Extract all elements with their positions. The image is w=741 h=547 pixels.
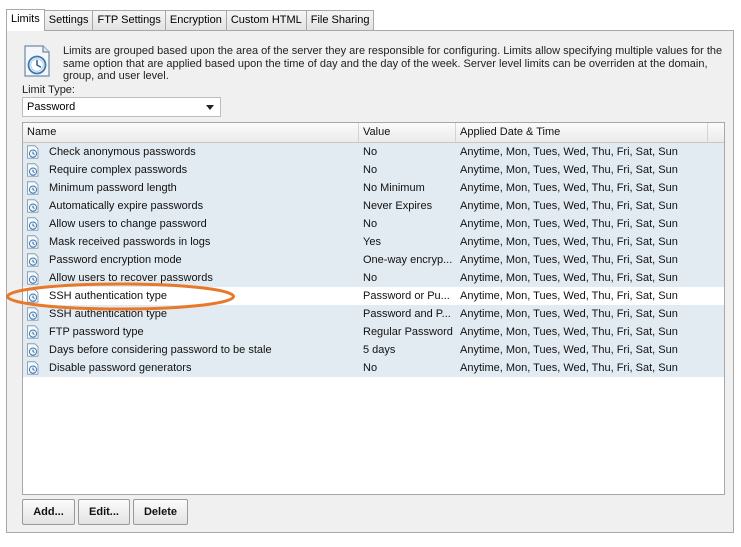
- row-value: No: [363, 362, 378, 374]
- row-applied-date: Anytime, Mon, Tues, Wed, Thu, Fri, Sat, …: [460, 236, 678, 248]
- delete-button[interactable]: Delete: [133, 499, 188, 525]
- table-row[interactable]: Allow users to change password No Anytime,…: [23, 215, 724, 233]
- row-applied-date: Anytime, Mon, Tues, Wed, Thu, Fri, Sat, …: [460, 344, 678, 356]
- row-value: Yes: [363, 236, 381, 248]
- row-value: No Minimum: [363, 182, 425, 194]
- clock-document-icon: [27, 163, 39, 177]
- row-value: Password or Pu...: [363, 290, 450, 302]
- row-name-cell: Require complex passwords: [23, 163, 359, 177]
- column-header-applied-date[interactable]: Applied Date & Time: [456, 123, 708, 142]
- grid-rows: Check anonymous passwords No Anytime, Mon,…: [23, 143, 724, 377]
- row-name-cell: Mask received passwords in logs: [23, 235, 359, 249]
- limits-description: Limits are grouped based upon the area o…: [63, 45, 723, 82]
- clock-document-icon: [27, 325, 39, 339]
- tab-settings[interactable]: Settings: [43, 10, 94, 31]
- row-value: Regular Password: [363, 326, 453, 338]
- row-applied-date: Anytime, Mon, Tues, Wed, Thu, Fri, Sat, …: [460, 164, 678, 176]
- tab-custom-html[interactable]: Custom HTML: [225, 10, 307, 31]
- add-button[interactable]: Add...: [22, 499, 75, 525]
- table-row[interactable]: Password encryption mode One-way encryp..…: [23, 251, 724, 269]
- column-header-name[interactable]: Name: [23, 123, 359, 142]
- row-name-cell: Check anonymous passwords: [23, 145, 359, 159]
- grid-header: Name Value Applied Date & Time: [23, 123, 724, 143]
- limit-type-value: Password: [27, 101, 76, 113]
- row-applied-date: Anytime, Mon, Tues, Wed, Thu, Fri, Sat, …: [460, 254, 678, 266]
- row-name: Allow users to change password: [49, 218, 207, 230]
- row-name: Minimum password length: [49, 182, 177, 194]
- limit-type-label: Limit Type:: [22, 84, 75, 96]
- row-name-cell: Automatically expire passwords: [23, 199, 359, 213]
- row-applied-date: Anytime, Mon, Tues, Wed, Thu, Fri, Sat, …: [460, 272, 678, 284]
- row-name-cell: Allow users to change password: [23, 217, 359, 231]
- tab-ftp-settings[interactable]: FTP Settings: [92, 10, 166, 31]
- clock-document-icon: [27, 199, 39, 213]
- row-name: Password encryption mode: [49, 254, 182, 266]
- row-name: Check anonymous passwords: [49, 146, 196, 158]
- row-applied-date: Anytime, Mon, Tues, Wed, Thu, Fri, Sat, …: [460, 290, 678, 302]
- tab-limits[interactable]: Limits: [6, 9, 45, 31]
- clock-document-icon: [27, 181, 39, 195]
- row-name: Mask received passwords in logs: [49, 236, 211, 248]
- row-value: One-way encryp...: [363, 254, 453, 266]
- row-applied-date: Anytime, Mon, Tues, Wed, Thu, Fri, Sat, …: [460, 146, 678, 158]
- row-value: Never Expires: [363, 200, 433, 212]
- row-name-cell: Disable password generators: [23, 361, 359, 375]
- clock-document-icon: [27, 217, 39, 231]
- row-value: No: [363, 146, 378, 158]
- row-name-cell: FTP password type: [23, 325, 359, 339]
- row-value: 5 days: [363, 344, 396, 356]
- highlight-ellipse: [6, 282, 235, 311]
- clock-document-icon: [24, 45, 50, 77]
- row-applied-date: Anytime, Mon, Tues, Wed, Thu, Fri, Sat, …: [460, 326, 678, 338]
- table-row[interactable]: Minimum password length No Minimum Anytime…: [23, 179, 724, 197]
- table-row[interactable]: Days before considering password to be s…: [23, 341, 724, 359]
- row-name-cell: Minimum password length: [23, 181, 359, 195]
- table-row[interactable]: Require complex passwords No Anytime, Mon,…: [23, 161, 724, 179]
- table-row[interactable]: Check anonymous passwords No Anytime, Mon,…: [23, 143, 724, 161]
- row-value: No: [363, 164, 378, 176]
- column-header-value[interactable]: Value: [359, 123, 456, 142]
- row-name: Require complex passwords: [49, 164, 188, 176]
- clock-document-icon: [27, 361, 39, 375]
- row-applied-date: Anytime, Mon, Tues, Wed, Thu, Fri, Sat, …: [460, 218, 678, 230]
- row-name: FTP password type: [49, 326, 144, 338]
- row-name-cell: Password encryption mode: [23, 253, 359, 267]
- table-row[interactable]: Mask received passwords in logs Yes Anytim…: [23, 233, 724, 251]
- row-name-cell: Days before considering password to be s…: [23, 343, 359, 357]
- row-value: No: [363, 272, 378, 284]
- table-row[interactable]: FTP password type Regular Password Anytime…: [23, 323, 724, 341]
- row-value: Password and P...: [363, 308, 451, 320]
- clock-document-icon: [27, 235, 39, 249]
- row-applied-date: Anytime, Mon, Tues, Wed, Thu, Fri, Sat, …: [460, 308, 678, 320]
- row-value: No: [363, 218, 378, 230]
- row-name: Days before considering password to be s…: [49, 344, 272, 356]
- table-row[interactable]: Disable password generators No Anytime, Mo…: [23, 359, 724, 377]
- chevron-down-icon: [206, 105, 214, 110]
- table-row[interactable]: Automatically expire passwords Never Expi…: [23, 197, 724, 215]
- tab-encryption[interactable]: Encryption: [164, 10, 227, 31]
- clock-document-icon: [27, 145, 39, 159]
- tab-file-sharing[interactable]: File Sharing: [305, 10, 375, 31]
- row-name: Disable password generators: [49, 362, 192, 374]
- clock-document-icon: [27, 253, 39, 267]
- edit-button[interactable]: Edit...: [78, 499, 130, 525]
- row-applied-date: Anytime, Mon, Tues, Wed, Thu, Fri, Sat, …: [460, 362, 678, 374]
- column-header-filler: [708, 123, 724, 142]
- row-name: Automatically expire passwords: [49, 200, 204, 212]
- limit-type-select[interactable]: Password: [22, 97, 221, 117]
- row-applied-date: Anytime, Mon, Tues, Wed, Thu, Fri, Sat, …: [460, 200, 678, 212]
- clock-document-icon: [27, 343, 39, 357]
- tab-strip: Limits Settings FTP Settings Encryption …: [6, 9, 375, 31]
- row-applied-date: Anytime, Mon, Tues, Wed, Thu, Fri, Sat, …: [460, 182, 678, 194]
